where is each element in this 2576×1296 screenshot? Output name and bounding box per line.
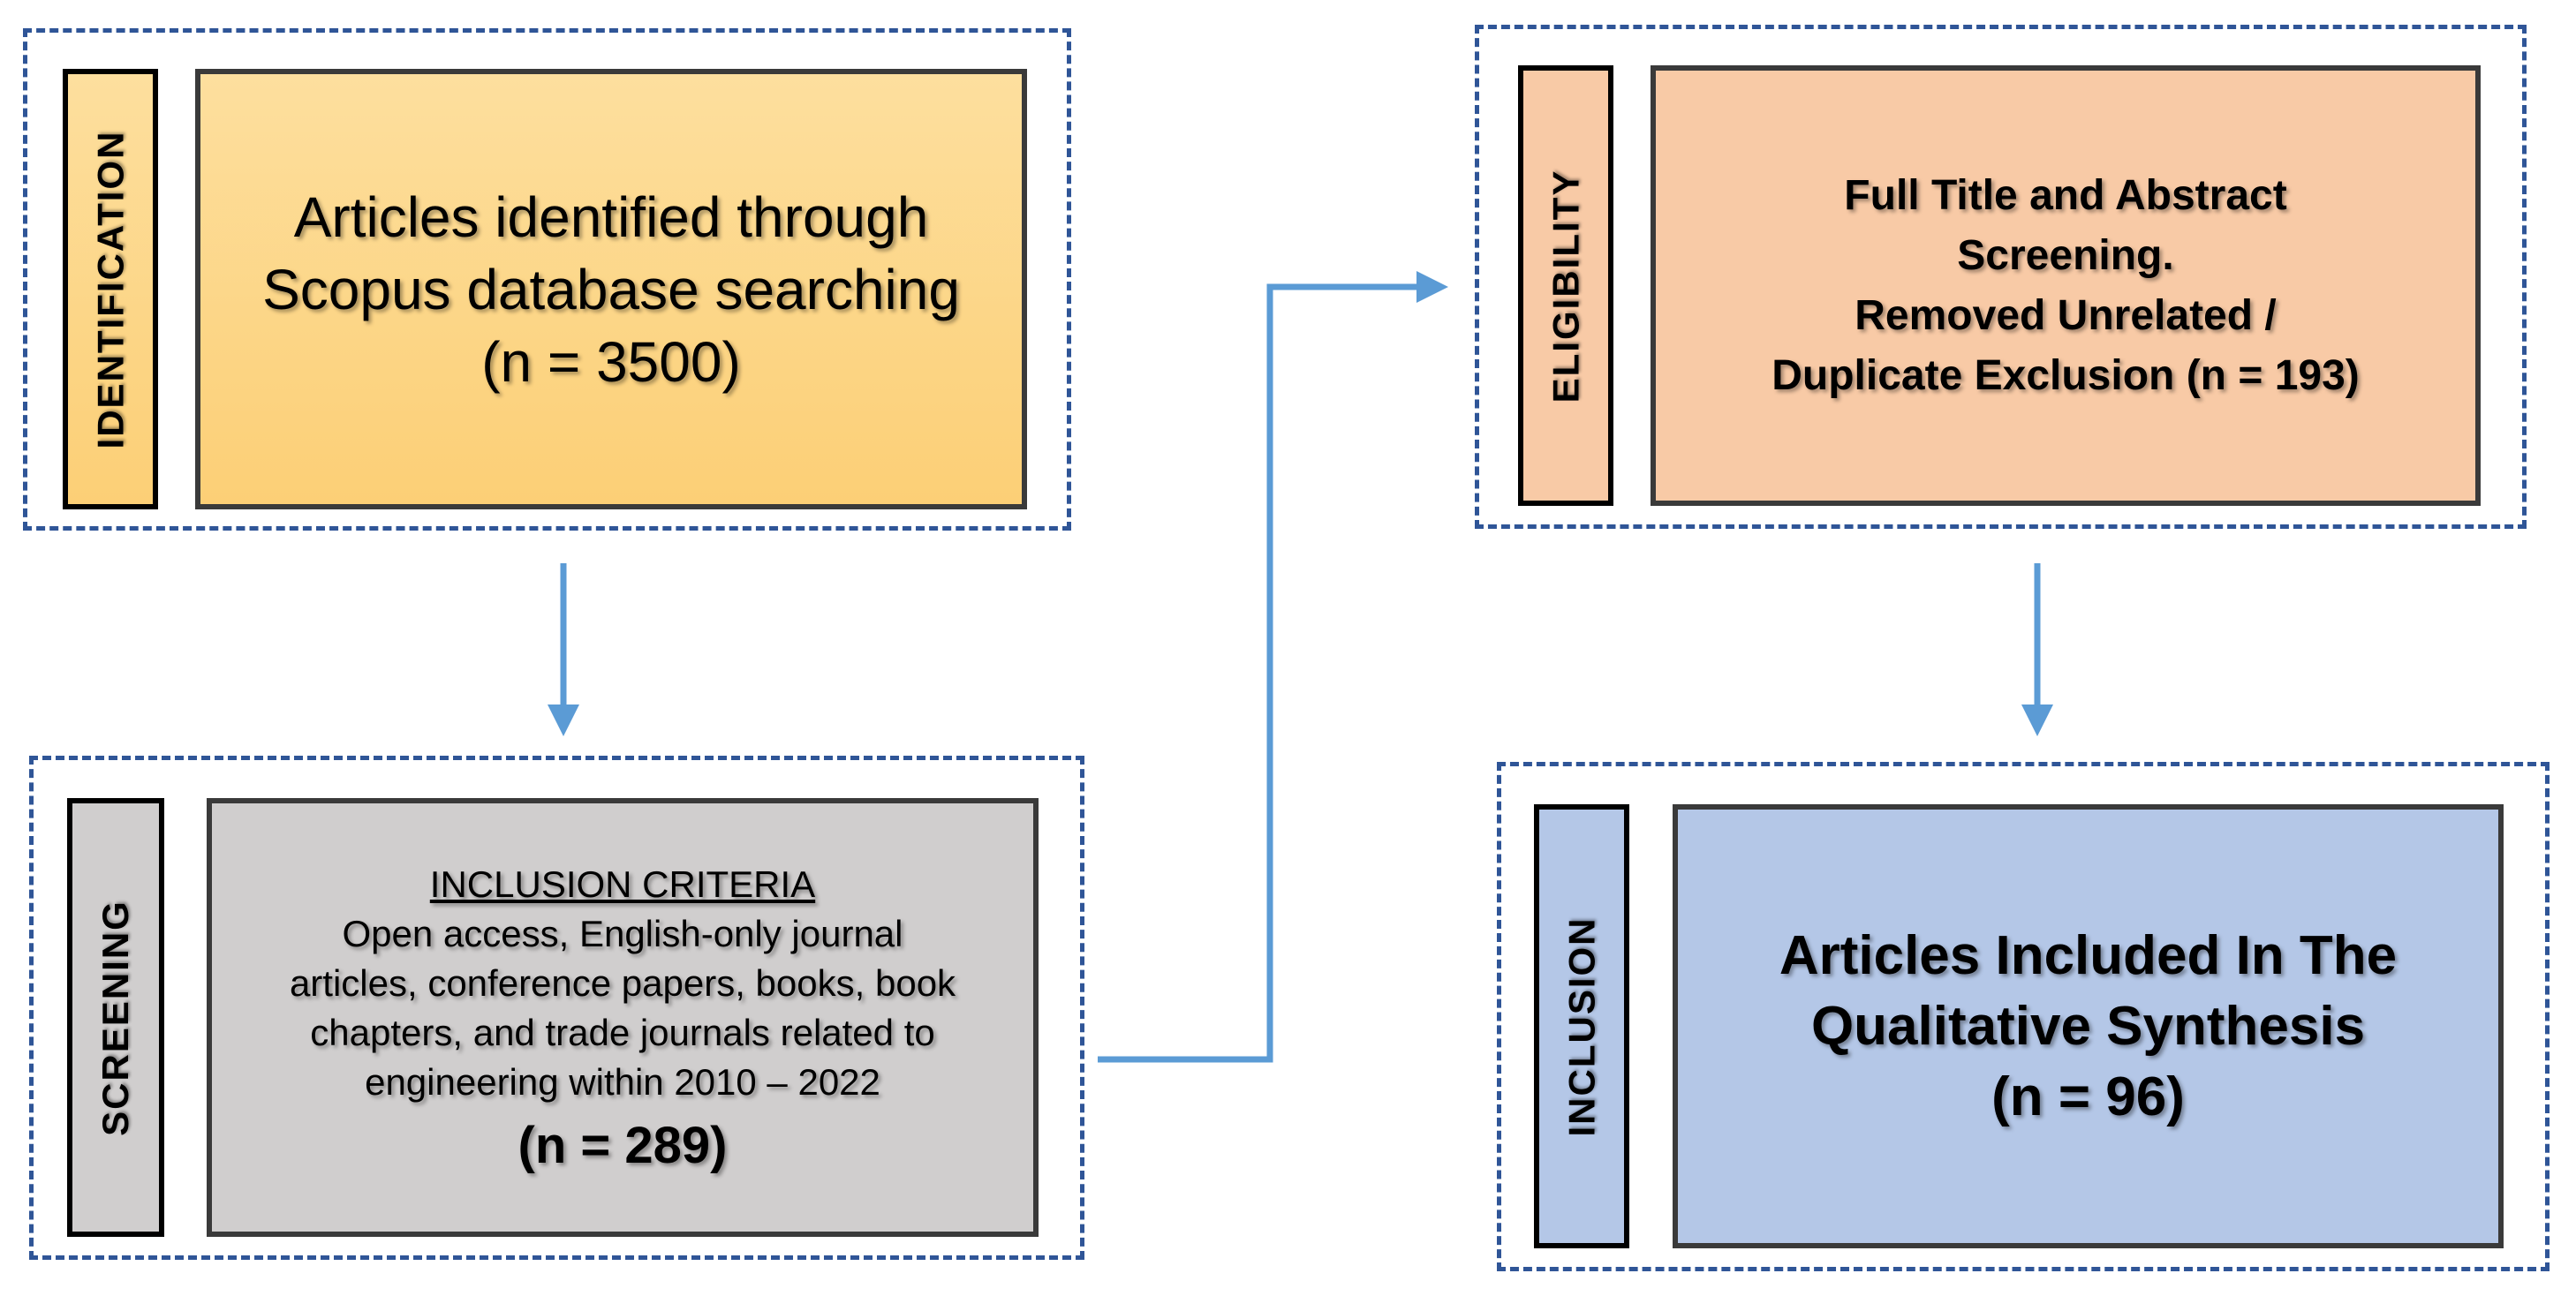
identification-box: Articles identified through Scopus datab… bbox=[195, 69, 1027, 509]
identification-text: Scopus database searching bbox=[262, 257, 960, 321]
inclusion-box: Articles Included In The Qualitative Syn… bbox=[1673, 804, 2504, 1248]
screening-text: articles, conference papers, books, book bbox=[289, 962, 956, 1004]
arrow-screening-to-eligibility bbox=[1098, 283, 1420, 1063]
eligibility-text: Removed Unrelated / bbox=[1855, 291, 2277, 339]
arrow-head bbox=[1416, 271, 1448, 303]
identification-count: (n = 3500) bbox=[481, 329, 741, 394]
screening-label: SCREENING bbox=[94, 899, 137, 1136]
inclusion-count: (n = 96) bbox=[1991, 1066, 2185, 1127]
screening-text: Open access, English-only journal bbox=[342, 913, 903, 954]
screening-box: INCLUSION CRITERIA Open access, English-… bbox=[207, 798, 1039, 1237]
arrow-head bbox=[2021, 705, 2053, 736]
inclusion-text: Articles Included In The bbox=[1779, 924, 2398, 986]
eligibility-label: ELIGIBILITY bbox=[1545, 169, 1587, 403]
inclusion-label: INCLUSION bbox=[1560, 916, 1602, 1136]
screening-text: chapters, and trade journals related to bbox=[310, 1012, 935, 1053]
screening-label-box: SCREENING bbox=[67, 798, 164, 1237]
identification-label-box: IDENTIFICATION bbox=[63, 69, 158, 509]
eligibility-text: Full Title and Abstract bbox=[1844, 171, 2287, 219]
identification-label: IDENTIFICATION bbox=[89, 130, 131, 448]
eligibility-count: Duplicate Exclusion (n = 193) bbox=[1771, 351, 2360, 399]
arrow-head bbox=[548, 705, 579, 736]
screening-text: engineering within 2010 – 2022 bbox=[365, 1061, 880, 1103]
eligibility-box: Full Title and Abstract Screening. Remov… bbox=[1651, 65, 2481, 506]
eligibility-text: Screening. bbox=[1957, 231, 2174, 279]
inclusion-label-box: INCLUSION bbox=[1534, 804, 1629, 1248]
inclusion-text: Qualitative Synthesis bbox=[1810, 995, 2366, 1057]
eligibility-label-box: ELIGIBILITY bbox=[1518, 65, 1613, 506]
inclusion-criteria-heading: INCLUSION CRITERIA bbox=[429, 863, 816, 905]
screening-count: (n = 289) bbox=[517, 1117, 728, 1174]
identification-text: Articles identified through bbox=[293, 185, 929, 249]
